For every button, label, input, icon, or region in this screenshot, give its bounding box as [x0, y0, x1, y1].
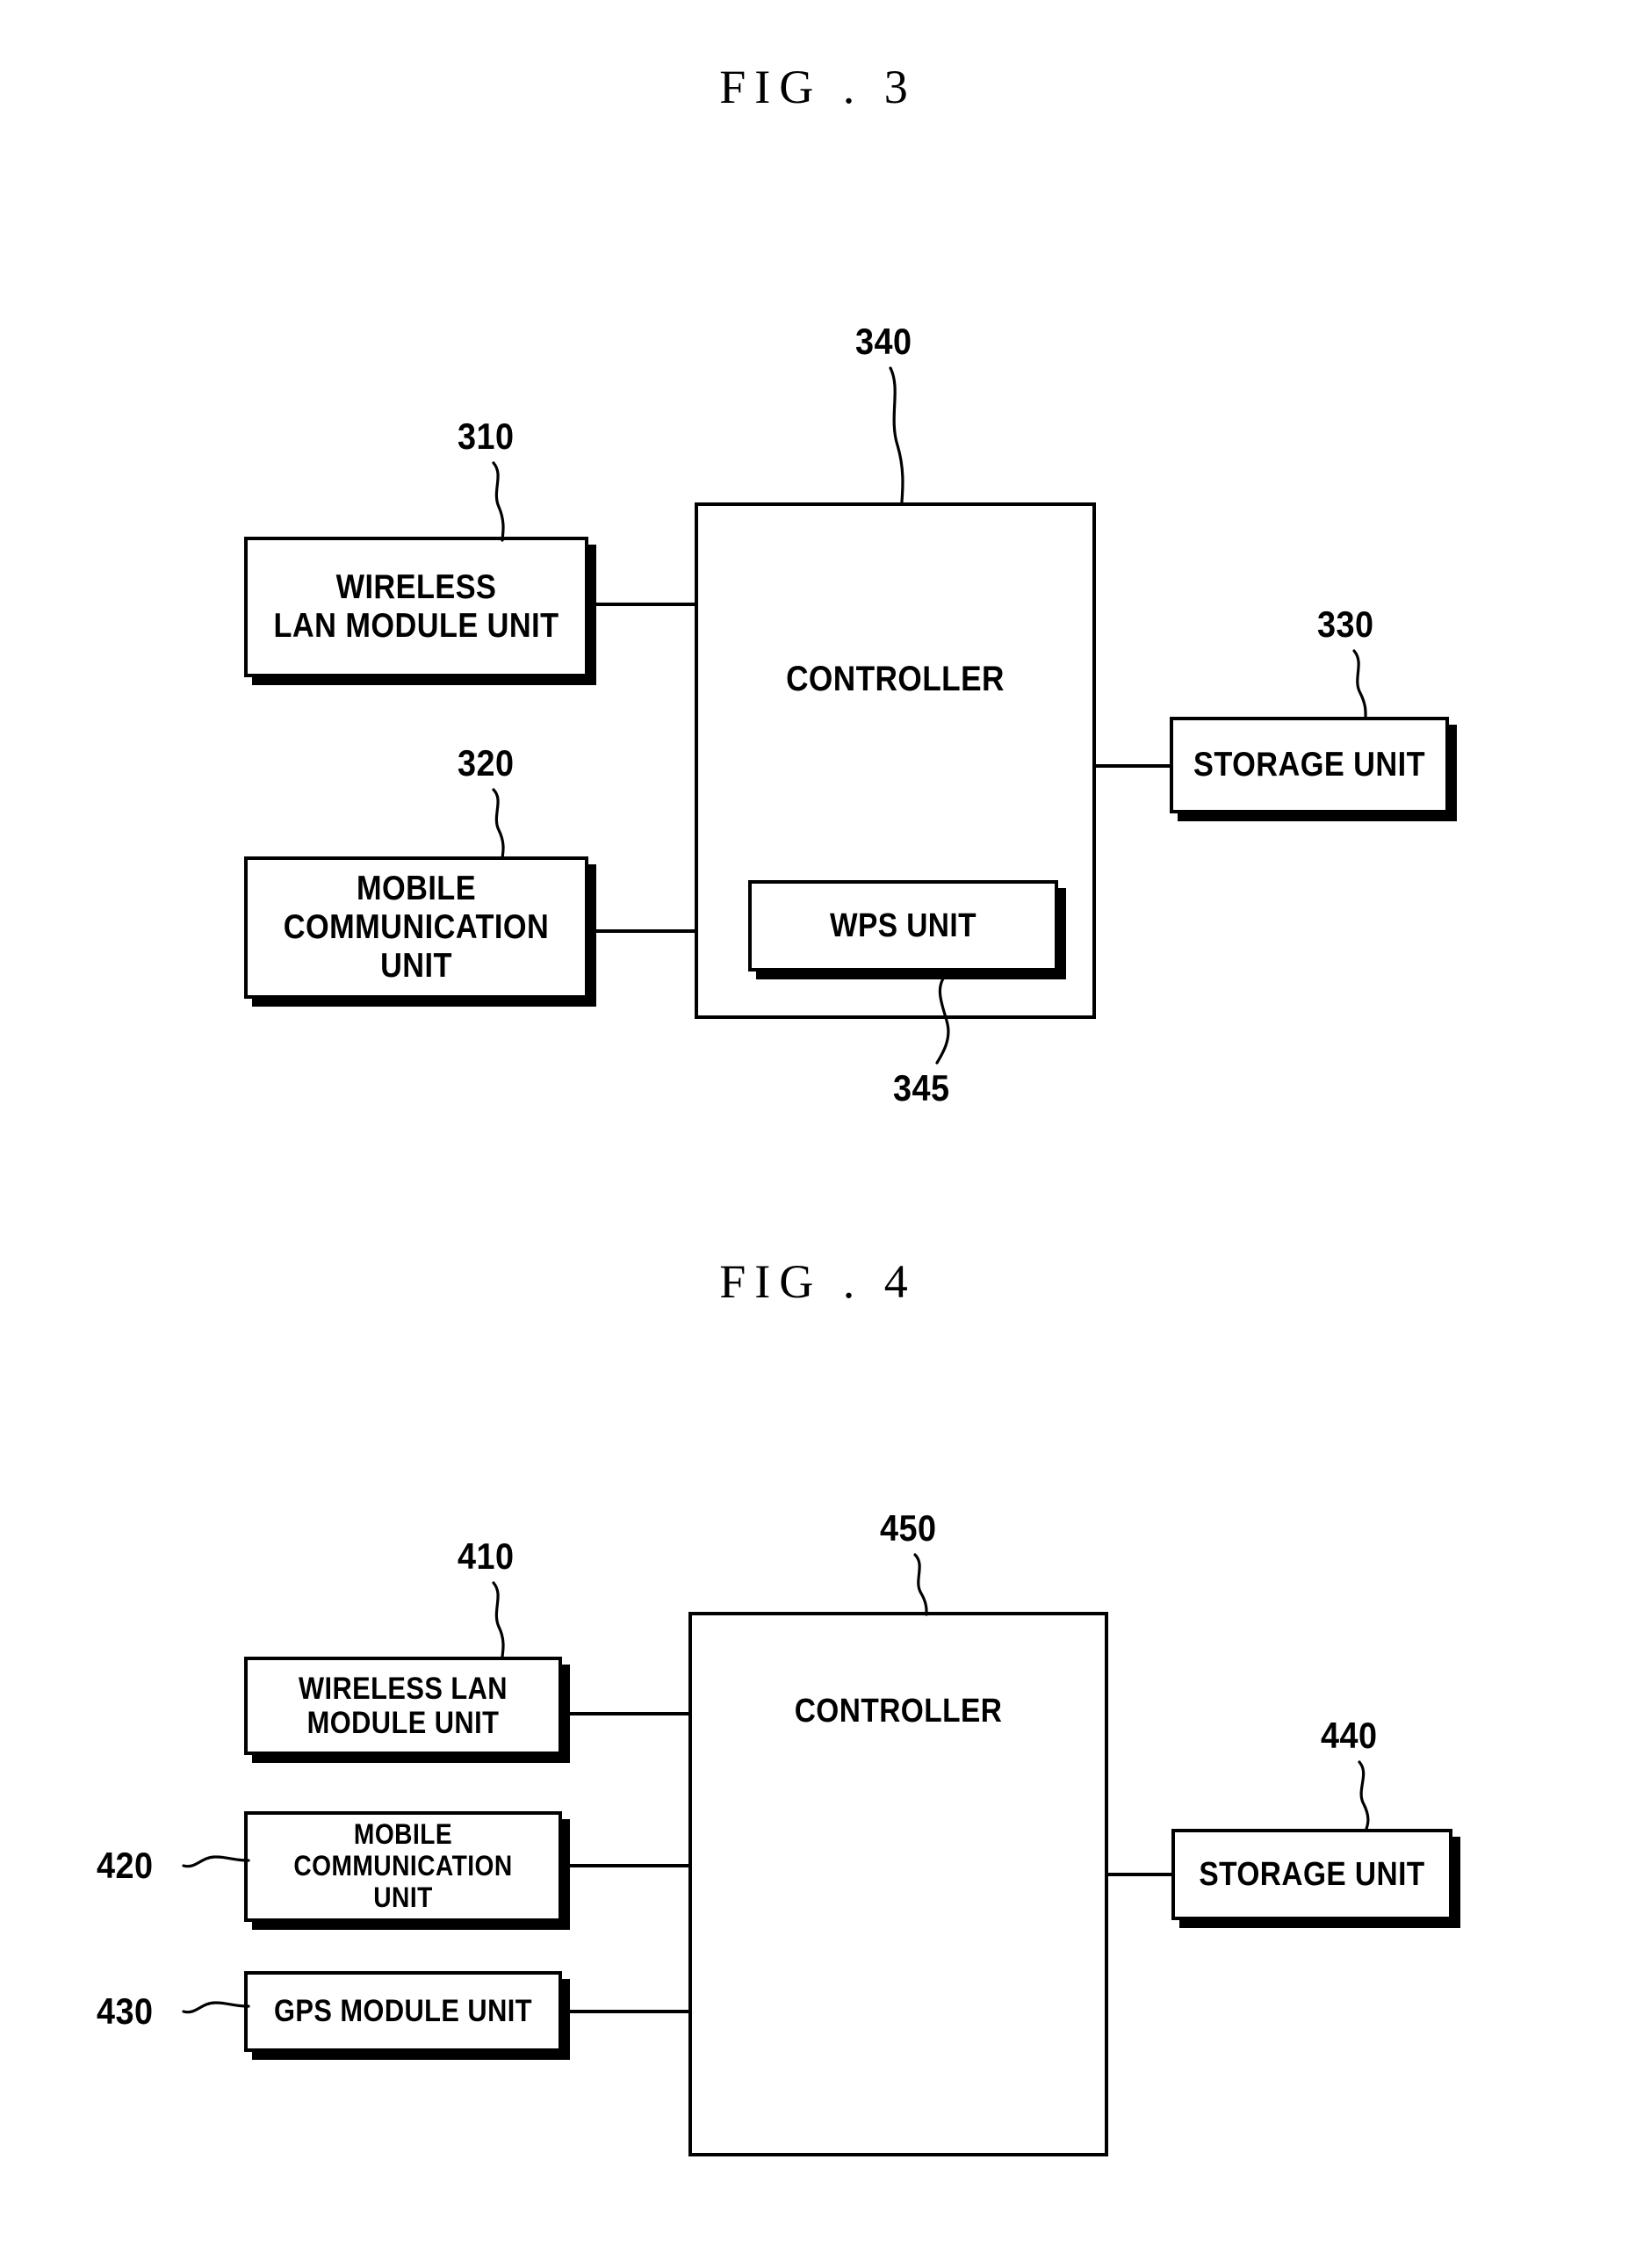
- block-wireless-lan-module-unit-410: WIRELESS LAN MODULE UNIT: [244, 1657, 562, 1755]
- leader-line-440: [1358, 1760, 1370, 1831]
- connector-mobile-comm-to-controller: [587, 929, 697, 933]
- figure-4-title: FIG . 4: [719, 1255, 917, 1308]
- block-label-line: COMMUNICATION: [293, 1850, 513, 1882]
- block-label-line: UNIT: [380, 946, 452, 985]
- reference-numeral-345: 345: [893, 1067, 950, 1109]
- leader-line-410: [492, 1581, 505, 1658]
- block-label-line: WIRELESS LAN: [298, 1671, 508, 1706]
- block-label-line: WPS UNIT: [829, 906, 977, 944]
- leader-line-345: [935, 973, 950, 1065]
- block-gps-module-unit-430: GPS MODULE UNIT: [244, 1971, 562, 2052]
- block-label-line: GPS MODULE UNIT: [273, 1994, 533, 2029]
- block-wireless-lan-module-unit-310: WIRELESS LAN MODULE UNIT: [244, 537, 588, 677]
- patent-drawing-sheet: FIG . 3 310 WIRELESS LAN MODULE UNIT 320…: [0, 0, 1636, 2268]
- block-storage-unit-440: STORAGE UNIT: [1171, 1829, 1452, 1920]
- block-label-line: MOBILE: [356, 870, 477, 908]
- connector-mobile-comm-to-controller-fig4: [560, 1864, 690, 1867]
- connector-gps-to-controller-fig4: [560, 2010, 690, 2013]
- block-label-line: STORAGE UNIT: [1193, 746, 1425, 784]
- leader-line-310: [492, 461, 505, 542]
- block-label-line: MODULE UNIT: [306, 1706, 500, 1740]
- block-label-line: STORAGE UNIT: [1199, 1855, 1425, 1893]
- connector-wireless-lan-to-controller-fig4: [560, 1712, 690, 1715]
- connector-controller-to-storage-unit-fig4: [1105, 1873, 1173, 1876]
- reference-numeral-430: 430: [97, 1990, 154, 2032]
- connector-wireless-lan-to-controller: [587, 603, 697, 606]
- leader-line-330: [1352, 649, 1367, 719]
- reference-numeral-420: 420: [97, 1845, 154, 1886]
- leader-line-320: [492, 788, 505, 860]
- block-label-line: CONTROLLER: [786, 660, 1005, 698]
- leader-line-450: [913, 1553, 928, 1616]
- reference-numeral-450: 450: [880, 1507, 937, 1549]
- block-label-line: WIRELESS: [335, 568, 497, 607]
- reference-numeral-330: 330: [1317, 603, 1374, 645]
- reference-numeral-410: 410: [458, 1535, 515, 1577]
- leader-line-420: [182, 1855, 250, 1868]
- block-label-line: LAN MODULE UNIT: [273, 607, 559, 645]
- block-controller-450: CONTROLLER: [688, 1612, 1108, 2156]
- block-label-line: MOBILE: [353, 1818, 453, 1851]
- block-label-line: CONTROLLER: [794, 1693, 1003, 1730]
- block-mobile-communication-unit-420: MOBILE COMMUNICATION UNIT: [244, 1811, 562, 1922]
- reference-numeral-320: 320: [458, 742, 515, 784]
- block-mobile-communication-unit-320: MOBILE COMMUNICATION UNIT: [244, 856, 588, 999]
- reference-numeral-340: 340: [855, 321, 912, 362]
- leader-line-430: [182, 2001, 250, 2014]
- figure-3-title: FIG . 3: [719, 61, 917, 113]
- block-label-line: COMMUNICATION: [283, 908, 550, 947]
- block-wps-unit-345: WPS UNIT: [748, 880, 1058, 971]
- block-storage-unit-330: STORAGE UNIT: [1170, 717, 1449, 813]
- reference-numeral-440: 440: [1321, 1715, 1378, 1756]
- block-label-line: UNIT: [373, 1881, 433, 1913]
- reference-numeral-310: 310: [458, 415, 515, 457]
- connector-controller-to-storage-unit: [1092, 764, 1171, 768]
- leader-line-340: [889, 366, 904, 503]
